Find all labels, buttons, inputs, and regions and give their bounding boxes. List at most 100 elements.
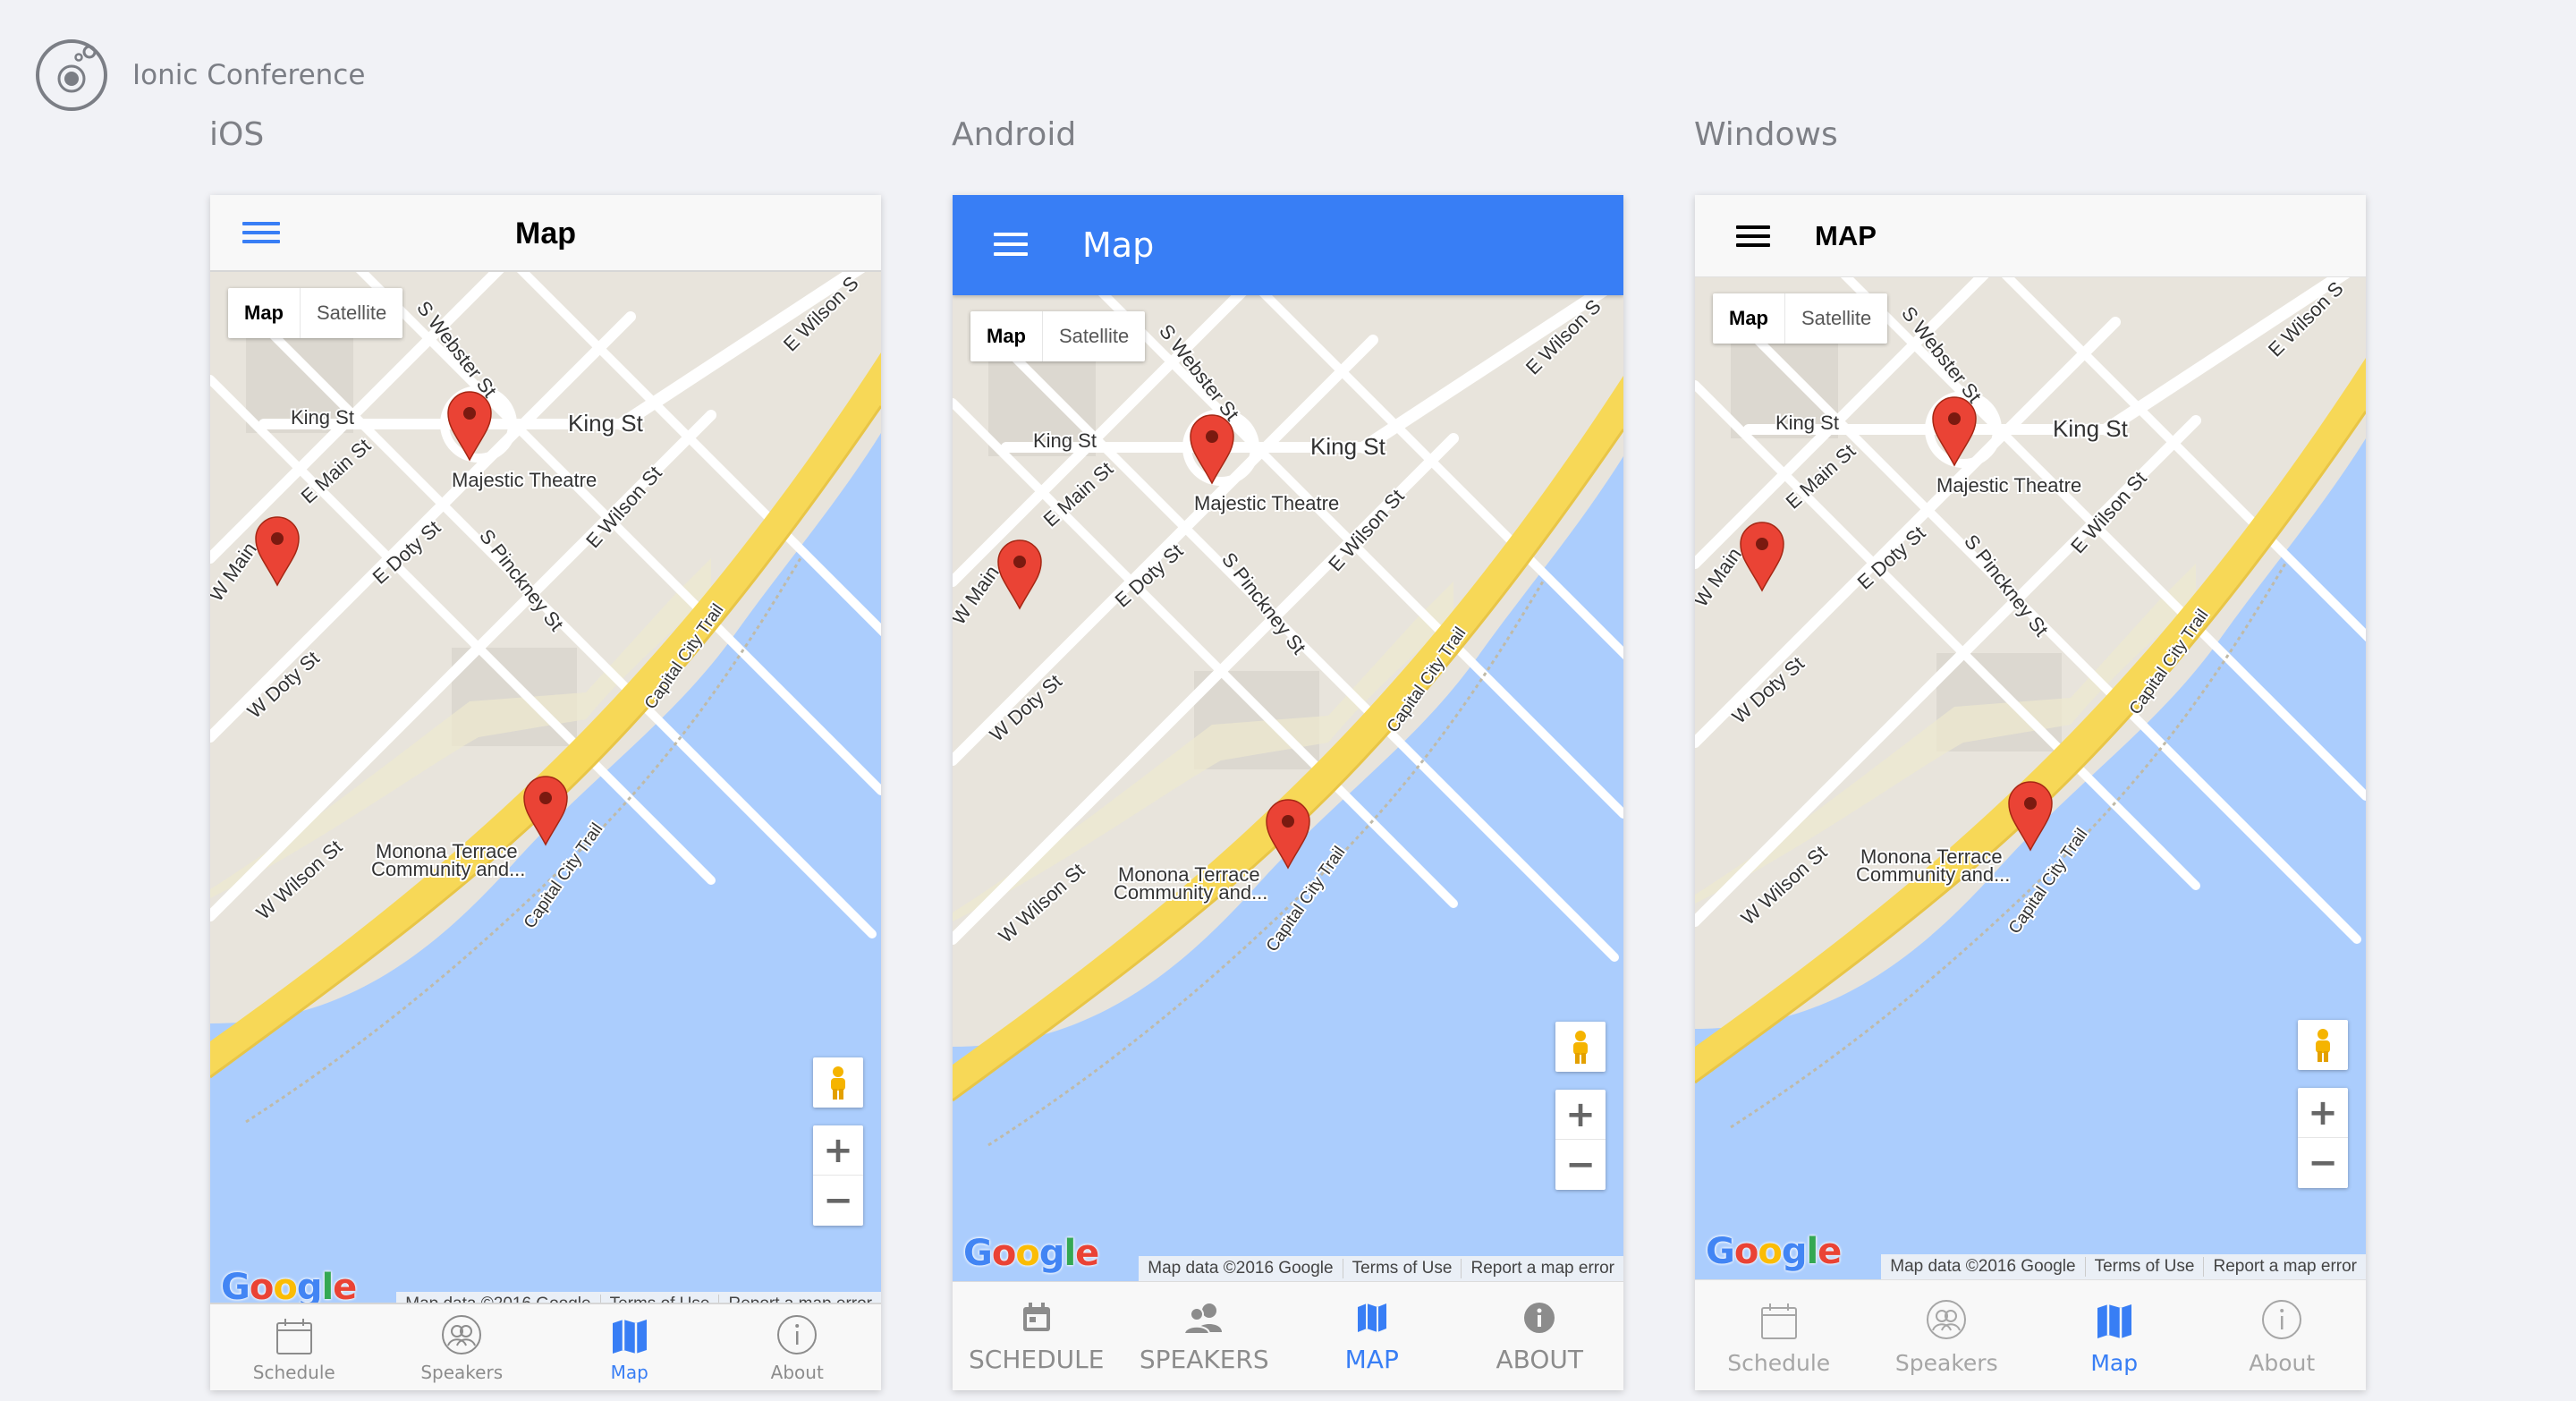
map-label-poi: Community and... [1856,863,2010,886]
map-type-map-button[interactable]: Map [970,311,1043,361]
map-tiles: S Webster St E Wilson S King St King St … [1695,277,2366,1279]
page-title: Map [515,217,576,250]
calendar-icon [1760,1303,1797,1339]
people-icon [1927,1300,1967,1339]
device-ios: Map S Webster St E Wilson S King St King… [210,195,881,1390]
map-type-satellite-button[interactable]: Satellite [301,288,402,338]
page-title: Map [1082,225,1155,265]
map-type-map-button[interactable]: Map [228,288,301,338]
zoom-in-button[interactable]: + [2298,1088,2348,1138]
map-type-control: Map Satellite [228,288,403,338]
tab-about[interactable]: ABOUT [1456,1282,1624,1390]
tab-label: Schedule [252,1362,335,1383]
zoom-in-button[interactable]: + [1555,1090,1606,1140]
zoom-control: + − [813,1125,863,1226]
tab-bar: SCHEDULE SPEAKERS MAP ABOUT [953,1281,1623,1390]
info-icon [2262,1300,2302,1339]
tab-label: About [2249,1350,2316,1376]
map-label-poi: Community and... [371,858,525,880]
google-logo: Google [963,1233,1099,1274]
tab-schedule[interactable]: Schedule [1695,1280,1863,1390]
map-type-control: Map Satellite [1713,293,1888,344]
platform-label-windows: Windows [1694,116,1838,153]
page-title: MAP [1815,220,1877,251]
terms-of-use-link[interactable]: Terms of Use [2084,1257,2204,1277]
pegman-icon [831,1066,845,1100]
tab-label: Speakers [1894,1350,1998,1376]
map-label-street: King St [2053,415,2129,442]
info-icon [1524,1303,1555,1333]
pegman-icon [1573,1031,1588,1064]
google-logo: Google [1706,1231,1842,1272]
map-label-street: King St [568,410,644,437]
map-tiles: S Webster St E Wilson S King St King St … [953,295,1623,1281]
tab-about[interactable]: About [714,1304,882,1390]
tab-map[interactable]: Map [546,1304,714,1390]
info-icon [777,1315,818,1354]
map-icon [2097,1304,2131,1338]
map-data-text: Map data ©2016 Google [1148,1259,1334,1278]
zoom-control: + − [1555,1090,1606,1190]
device-windows: MAP S Webster St E Wilson S King St King… [1695,195,2366,1390]
tab-map[interactable]: MAP [1288,1282,1456,1390]
tab-about[interactable]: About [2199,1280,2367,1390]
tab-schedule[interactable]: SCHEDULE [953,1282,1121,1390]
ionic-logo-icon [36,39,107,111]
street-view-button[interactable] [813,1057,863,1108]
map-type-satellite-button[interactable]: Satellite [1043,311,1145,361]
street-view-button[interactable] [2298,1020,2348,1070]
map-type-satellite-button[interactable]: Satellite [1785,293,1887,344]
platform-label-ios: iOS [209,116,265,153]
map-label-street: King St [1775,412,1839,434]
tab-bar: Schedule Speakers Map About [1695,1279,2366,1390]
zoom-control: + − [2298,1088,2348,1188]
toolbar: MAP [1695,195,2366,277]
tab-map[interactable]: Map [2030,1280,2199,1390]
calendar-icon [275,1319,312,1354]
map[interactable]: S Webster St E Wilson S King St King St … [210,272,881,1317]
tab-bar: Schedule Speakers Map About [210,1303,881,1390]
tab-speakers[interactable]: Speakers [378,1304,547,1390]
tab-label: SCHEDULE [969,1345,1105,1374]
report-map-error-link[interactable]: Report a map error [2203,1257,2366,1277]
map-label-poi: Majestic Theatre [452,469,597,491]
zoom-in-button[interactable]: + [813,1125,863,1176]
terms-of-use-link[interactable]: Terms of Use [1342,1259,1462,1278]
tab-label: SPEAKERS [1139,1345,1269,1374]
map-label-poi: Majestic Theatre [1936,474,2081,497]
map-label-poi: Majestic Theatre [1194,492,1339,514]
tab-label: Map [610,1362,648,1383]
tab-label: ABOUT [1496,1345,1583,1374]
tab-speakers[interactable]: SPEAKERS [1121,1282,1289,1390]
people-icon [442,1315,482,1354]
platform-label-android: Android [952,116,1077,153]
tab-label: Schedule [1727,1350,1831,1376]
zoom-out-button[interactable]: − [813,1176,863,1226]
map[interactable]: S Webster St E Wilson S King St King St … [1695,277,2366,1279]
map-label-poi: Community and... [1114,881,1267,904]
tab-schedule[interactable]: Schedule [210,1304,378,1390]
calendar-icon [1022,1303,1050,1331]
pegman-icon [2316,1029,2330,1062]
map[interactable]: S Webster St E Wilson S King St King St … [953,295,1623,1281]
zoom-out-button[interactable]: − [2298,1138,2348,1188]
tab-label: About [770,1362,824,1383]
map-label-street: King St [1310,433,1386,460]
tab-label: Speakers [420,1362,504,1383]
toolbar: Map [210,195,881,272]
map-type-map-button[interactable]: Map [1713,293,1785,344]
tab-label: MAP [1344,1345,1399,1374]
device-android: Map S Webster St E Wilson S King St King… [953,195,1623,1390]
zoom-out-button[interactable]: − [1555,1140,1606,1190]
menu-icon[interactable] [1736,225,1770,247]
street-view-button[interactable] [1555,1022,1606,1072]
report-map-error-link[interactable]: Report a map error [1461,1259,1623,1278]
menu-icon[interactable] [994,233,1028,256]
toolbar: Map [953,195,1623,295]
map-data-text: Map data ©2016 Google [1890,1257,2076,1276]
tab-speakers[interactable]: Speakers [1863,1280,2031,1390]
map-type-control: Map Satellite [970,311,1146,361]
map-attribution: Map data ©2016 Google Terms of Use Repor… [1881,1254,2366,1279]
map-tiles: S Webster St E Wilson S King St King St … [210,272,881,1317]
people-icon [1184,1303,1223,1335]
